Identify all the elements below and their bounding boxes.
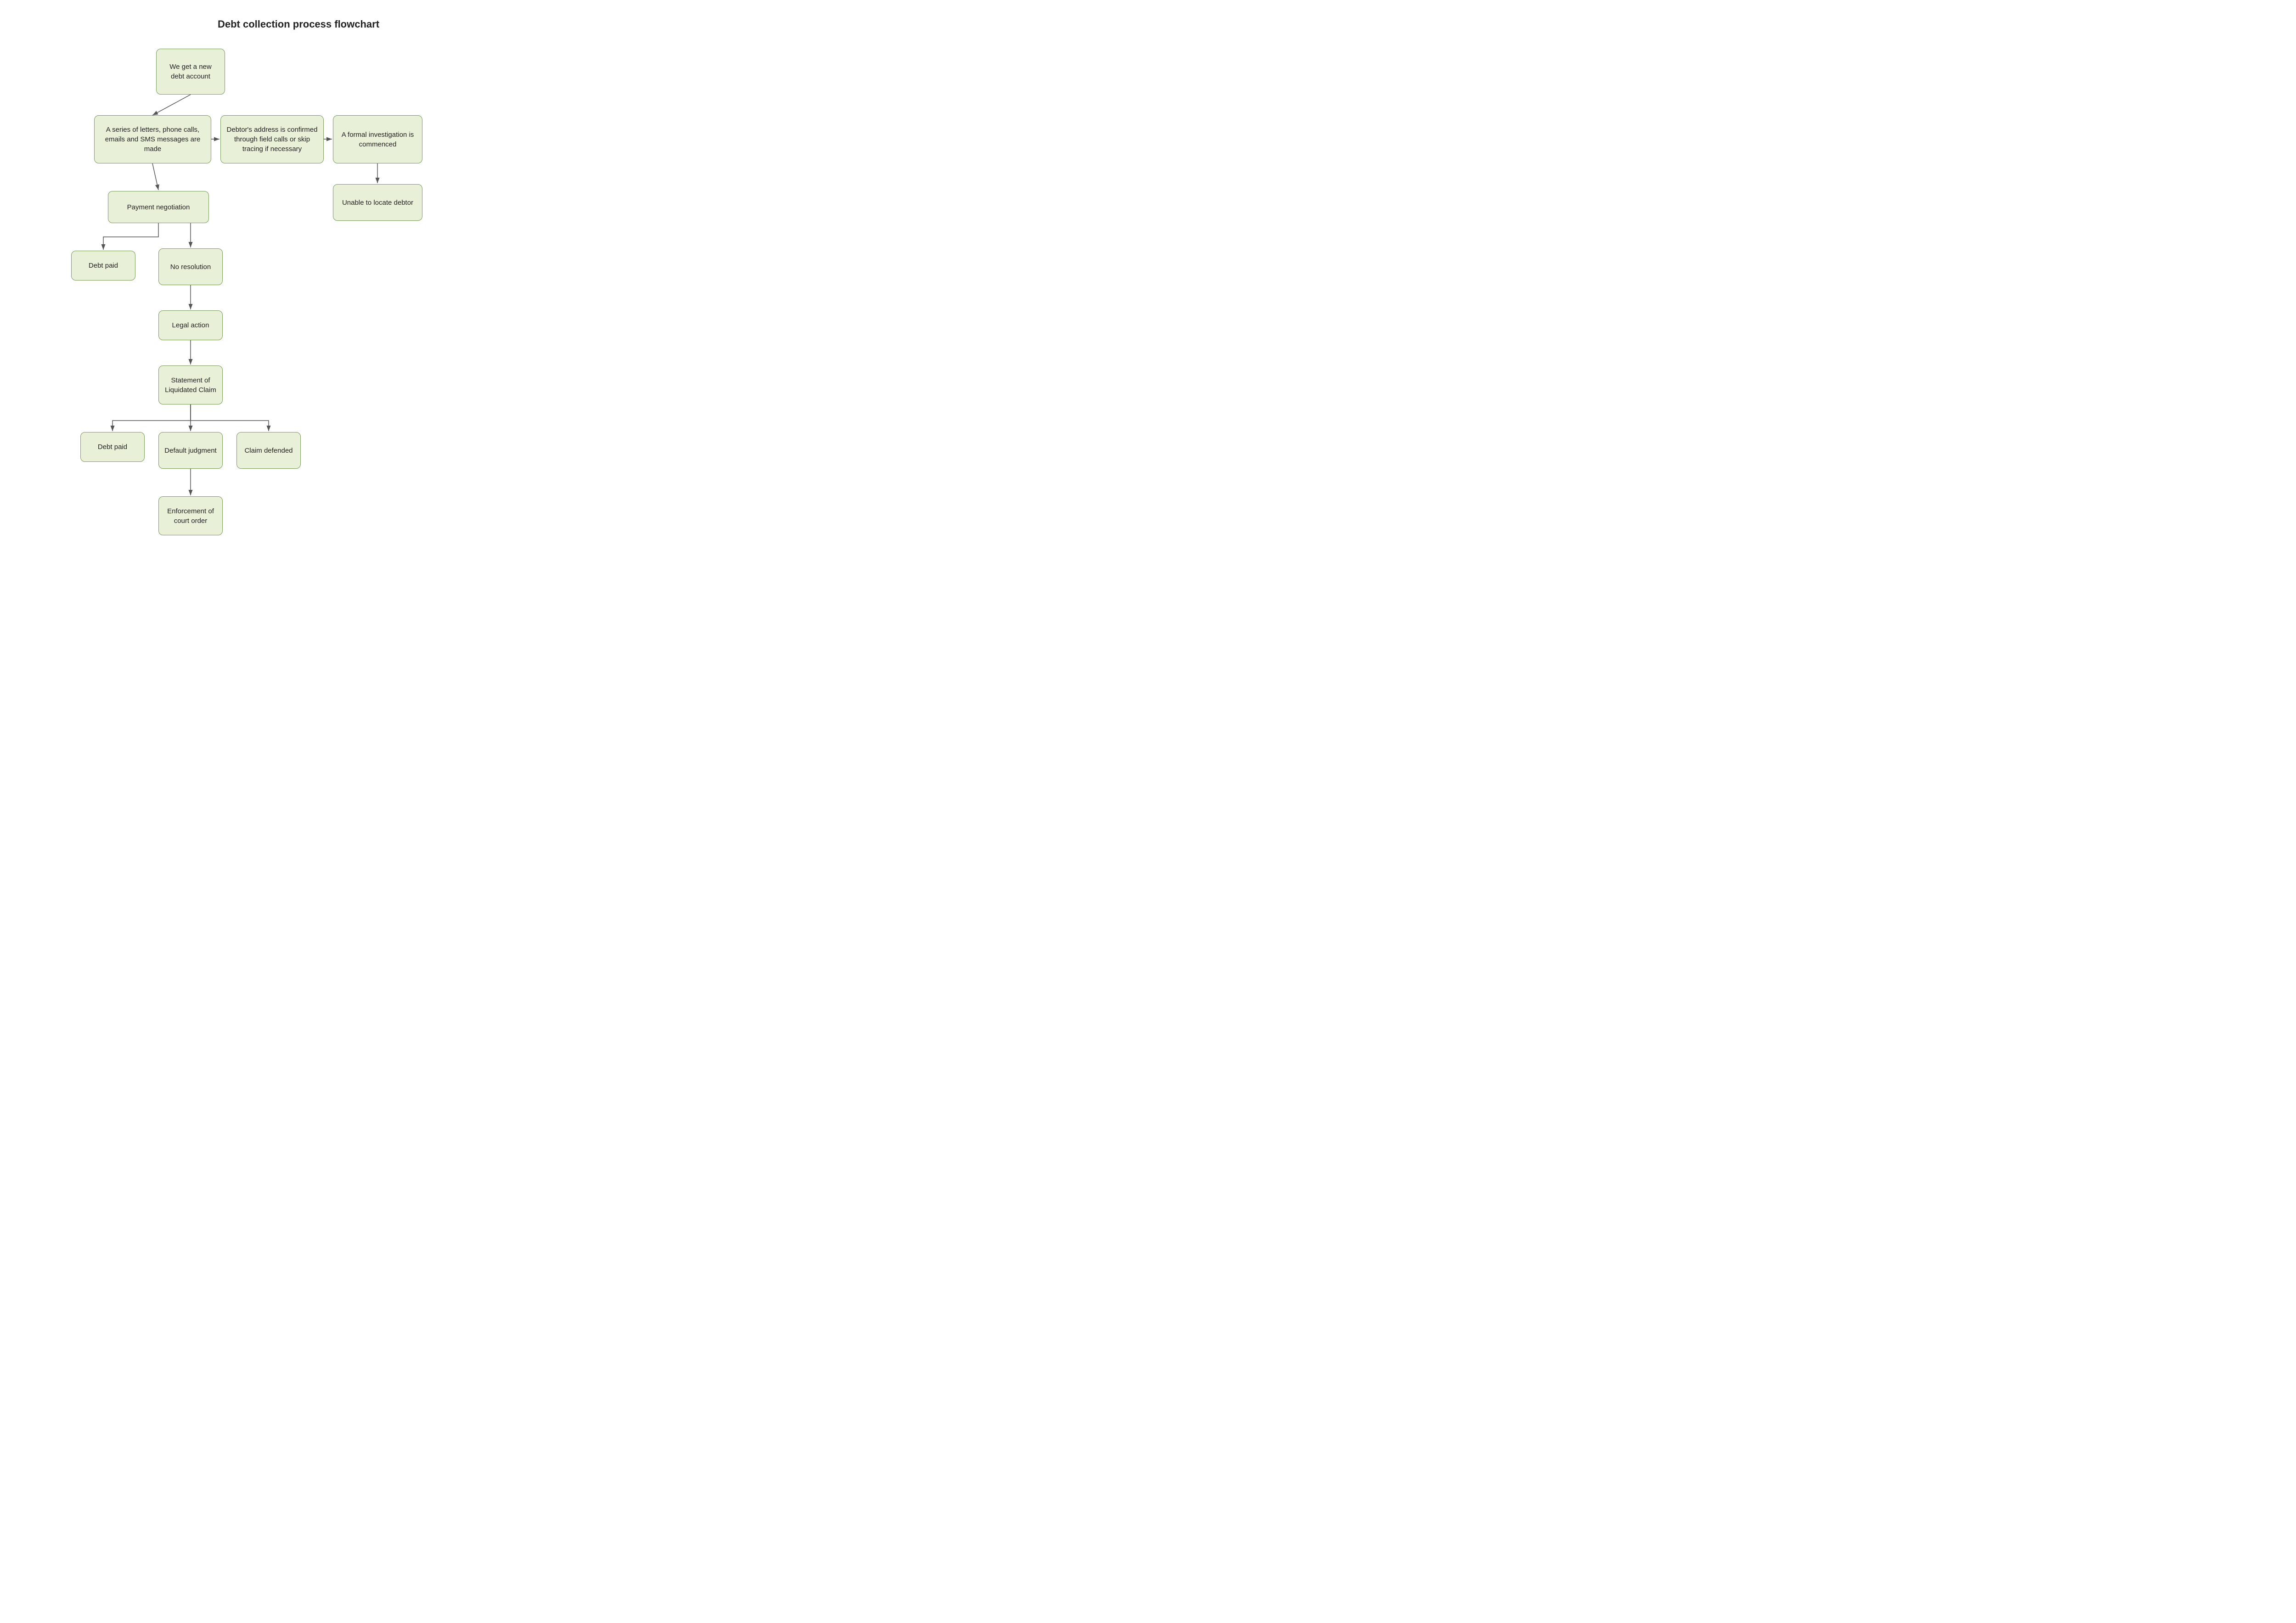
node-legal-action: Legal action	[158, 310, 223, 340]
node-debt-paid-1: Debt paid	[71, 251, 135, 281]
node-formal-investigation: A formal investigation is commenced	[333, 115, 422, 163]
node-address-confirm: Debtor's address is confirmed through fi…	[220, 115, 324, 163]
node-default-judgment: Default judgment	[158, 432, 223, 469]
node-statement-claim: Statement of Liquidated Claim	[158, 365, 223, 404]
node-enforcement: Enforcement of court order	[158, 496, 223, 535]
flowchart: We get a new debt account A series of le…	[46, 44, 551, 480]
node-debt-paid-2: Debt paid	[80, 432, 145, 462]
node-new-debt: We get a new debt account	[156, 49, 225, 95]
node-unable-locate: Unable to locate debtor	[333, 184, 422, 221]
node-letters: A series of letters, phone calls, emails…	[94, 115, 211, 163]
node-no-resolution: No resolution	[158, 248, 223, 285]
node-claim-defended: Claim defended	[236, 432, 301, 469]
page-title: Debt collection process flowchart	[218, 18, 379, 30]
node-payment-negotiation: Payment negotiation	[108, 191, 209, 223]
